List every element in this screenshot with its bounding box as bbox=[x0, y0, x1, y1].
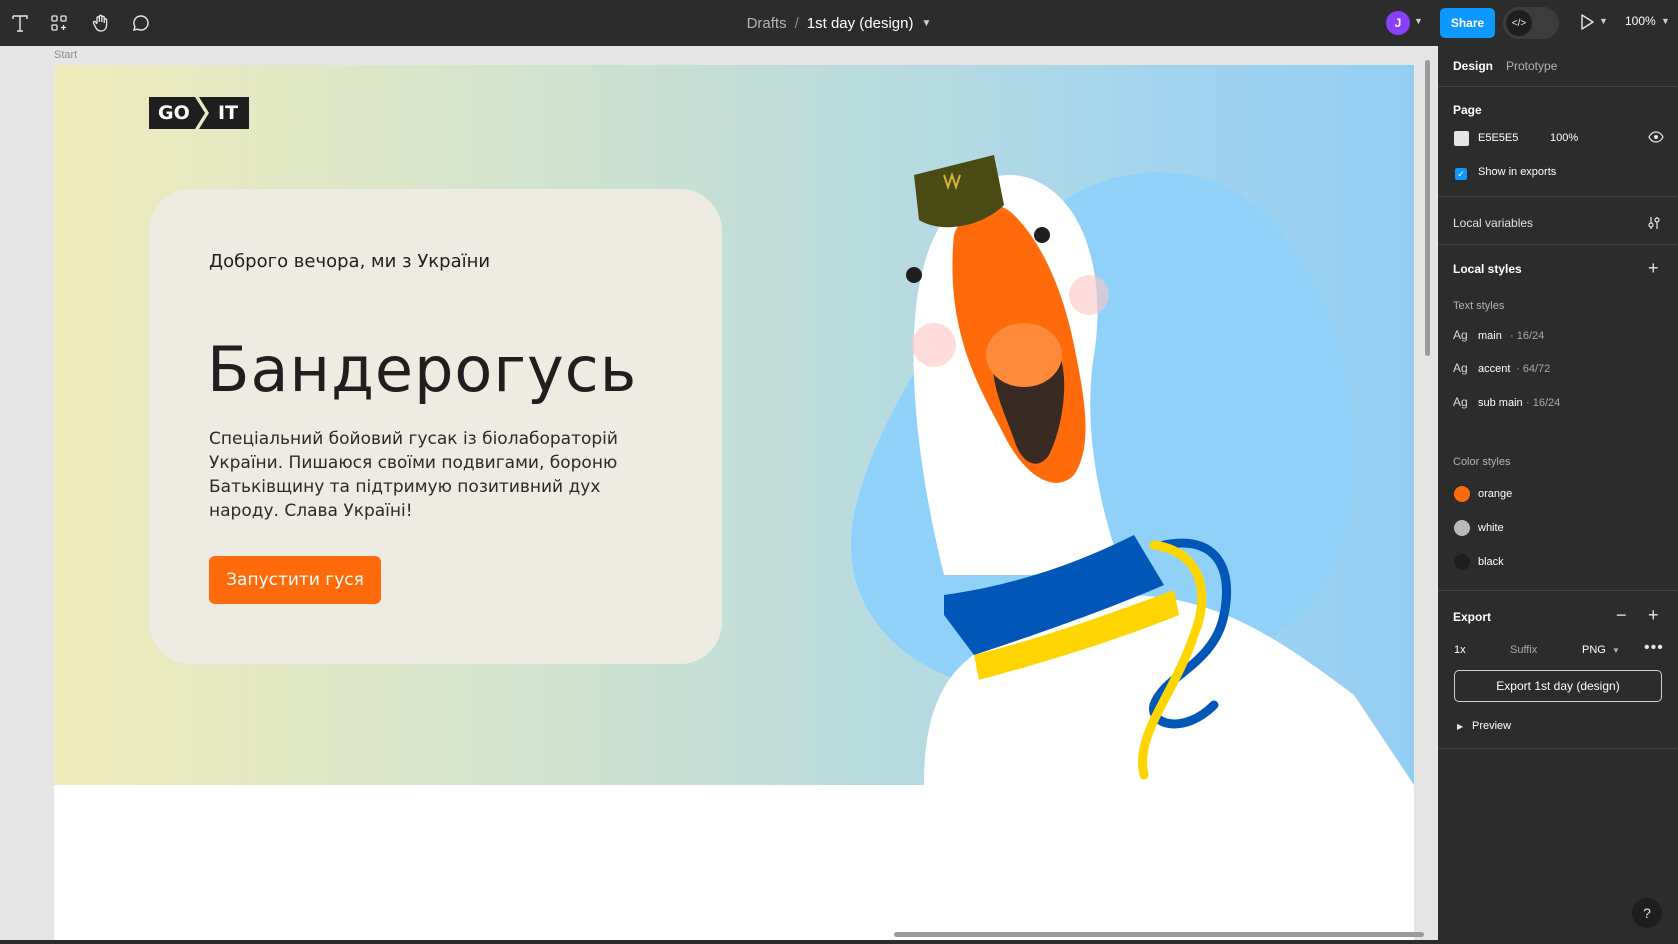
hero-title[interactable]: Бандерогусь bbox=[207, 333, 637, 406]
text-style-item[interactable]: Ag sub main · 16/24 bbox=[1438, 395, 1678, 419]
present-play-icon[interactable] bbox=[1578, 12, 1596, 37]
export-button[interactable]: Export 1st day (design) bbox=[1454, 670, 1662, 702]
properties-panel: Design Prototype Page E5E5E5 100% ✓ Show… bbox=[1438, 46, 1678, 944]
color-swatch-black bbox=[1454, 554, 1470, 570]
launch-goose-button[interactable]: Запустити гуся bbox=[209, 556, 381, 604]
breadcrumb: Drafts / 1st day (design) ▼ bbox=[0, 0, 1678, 46]
horizontal-scrollbar[interactable] bbox=[894, 932, 1424, 937]
chevron-down-icon[interactable]: ▼ bbox=[1599, 16, 1608, 26]
hero-greeting[interactable]: Доброго вечора, ми з України bbox=[209, 251, 490, 272]
breadcrumb-separator: / bbox=[794, 14, 799, 32]
add-style-icon[interactable]: + bbox=[1648, 258, 1659, 279]
top-toolbar: Drafts / 1st day (design) ▼ J ▼ Share </… bbox=[0, 0, 1678, 46]
avatar[interactable]: J bbox=[1386, 11, 1410, 35]
chevron-down-icon[interactable]: ▼ bbox=[922, 18, 932, 29]
eye-icon[interactable] bbox=[1648, 130, 1664, 147]
logo-text-it: IT bbox=[218, 102, 239, 124]
page-color-swatch[interactable] bbox=[1454, 131, 1469, 146]
frame-label[interactable]: Start bbox=[54, 49, 77, 61]
vertical-scrollbar[interactable] bbox=[1425, 60, 1430, 356]
hero-card[interactable]: Доброго вечора, ми з України Бандерогусь… bbox=[149, 189, 722, 664]
export-title: Export bbox=[1453, 610, 1492, 624]
logo-text-go: GO bbox=[158, 102, 190, 124]
dev-mode-toggle[interactable]: </> bbox=[1503, 7, 1559, 39]
help-button[interactable]: ? bbox=[1632, 898, 1662, 928]
divider bbox=[1438, 196, 1678, 197]
breadcrumb-file-name[interactable]: 1st day (design) bbox=[807, 15, 914, 32]
text-style-ag-icon: Ag bbox=[1453, 395, 1468, 409]
text-style-ag-icon: Ag bbox=[1453, 328, 1468, 342]
color-style-item[interactable]: white bbox=[1438, 520, 1678, 544]
frame-start[interactable]: GO IT Доброго вечора, ми з України Банде… bbox=[54, 65, 1414, 944]
export-scale[interactable]: 1x bbox=[1454, 644, 1466, 656]
remove-export-icon[interactable]: − bbox=[1616, 605, 1627, 626]
text-style-name: sub main bbox=[1478, 397, 1523, 409]
goose-illustration[interactable] bbox=[794, 95, 1414, 785]
local-variables-title[interactable]: Local variables bbox=[1453, 216, 1533, 230]
show-in-exports-checkbox[interactable]: ✓ bbox=[1455, 168, 1467, 180]
text-styles-title: Text styles bbox=[1453, 300, 1505, 312]
share-button[interactable]: Share bbox=[1440, 8, 1495, 38]
color-style-item[interactable]: orange bbox=[1438, 486, 1678, 510]
color-swatch-white bbox=[1454, 520, 1470, 536]
color-style-name: orange bbox=[1478, 488, 1513, 500]
export-format-select[interactable]: PNG bbox=[1582, 644, 1606, 656]
divider bbox=[1438, 86, 1678, 87]
text-style-name: accent bbox=[1478, 363, 1511, 375]
color-style-name: white bbox=[1478, 522, 1504, 534]
text-style-item[interactable]: Ag accent · 64/72 bbox=[1438, 361, 1678, 385]
chevron-down-icon[interactable]: ▼ bbox=[1612, 646, 1620, 655]
text-style-item[interactable]: Ag main · 16/24 bbox=[1438, 328, 1678, 352]
more-options-icon[interactable]: ••• bbox=[1644, 639, 1664, 657]
text-style-spec: · 16/24 bbox=[1526, 397, 1561, 409]
export-preview-toggle[interactable]: Preview bbox=[1472, 720, 1511, 732]
divider bbox=[1438, 590, 1678, 591]
text-style-name: main bbox=[1478, 330, 1502, 342]
color-style-item[interactable]: black bbox=[1438, 554, 1678, 578]
text-style-spec: · 64/72 bbox=[1516, 363, 1551, 375]
text-style-ag-icon: Ag bbox=[1453, 361, 1468, 375]
add-export-icon[interactable]: + bbox=[1648, 605, 1659, 626]
tab-prototype[interactable]: Prototype bbox=[1506, 59, 1557, 73]
color-swatch-orange bbox=[1454, 486, 1470, 502]
hero-description[interactable]: Спеціальний бойовий гусак із біолаборато… bbox=[209, 427, 649, 523]
page-opacity[interactable]: 100% bbox=[1550, 132, 1578, 144]
caret-right-icon[interactable]: ▶ bbox=[1457, 722, 1463, 731]
export-suffix-input[interactable]: Suffix bbox=[1510, 644, 1537, 656]
text-style-spec: · 16/24 bbox=[1510, 330, 1545, 342]
divider bbox=[1438, 748, 1678, 749]
canvas[interactable]: Start GO IT Доброго вечора, ми з України… bbox=[0, 46, 1438, 944]
tab-design[interactable]: Design bbox=[1453, 59, 1493, 73]
chevron-down-icon[interactable]: ▼ bbox=[1661, 16, 1670, 26]
page-color-hex[interactable]: E5E5E5 bbox=[1478, 132, 1518, 144]
code-icon: </> bbox=[1506, 10, 1532, 36]
show-in-exports-label: Show in exports bbox=[1478, 166, 1557, 178]
color-style-name: black bbox=[1478, 556, 1504, 568]
bottom-edge bbox=[0, 940, 1438, 944]
chevron-down-icon[interactable]: ▼ bbox=[1414, 16, 1423, 26]
color-styles-title: Color styles bbox=[1453, 456, 1511, 468]
page-section-title: Page bbox=[1453, 103, 1482, 117]
variables-settings-icon[interactable] bbox=[1646, 215, 1662, 234]
local-styles-title: Local styles bbox=[1453, 262, 1522, 276]
hero-section[interactable]: GO IT Доброго вечора, ми з України Банде… bbox=[54, 65, 1414, 785]
divider bbox=[1438, 244, 1678, 245]
zoom-level[interactable]: 100% bbox=[1625, 14, 1656, 28]
breadcrumb-drafts[interactable]: Drafts bbox=[747, 15, 787, 32]
